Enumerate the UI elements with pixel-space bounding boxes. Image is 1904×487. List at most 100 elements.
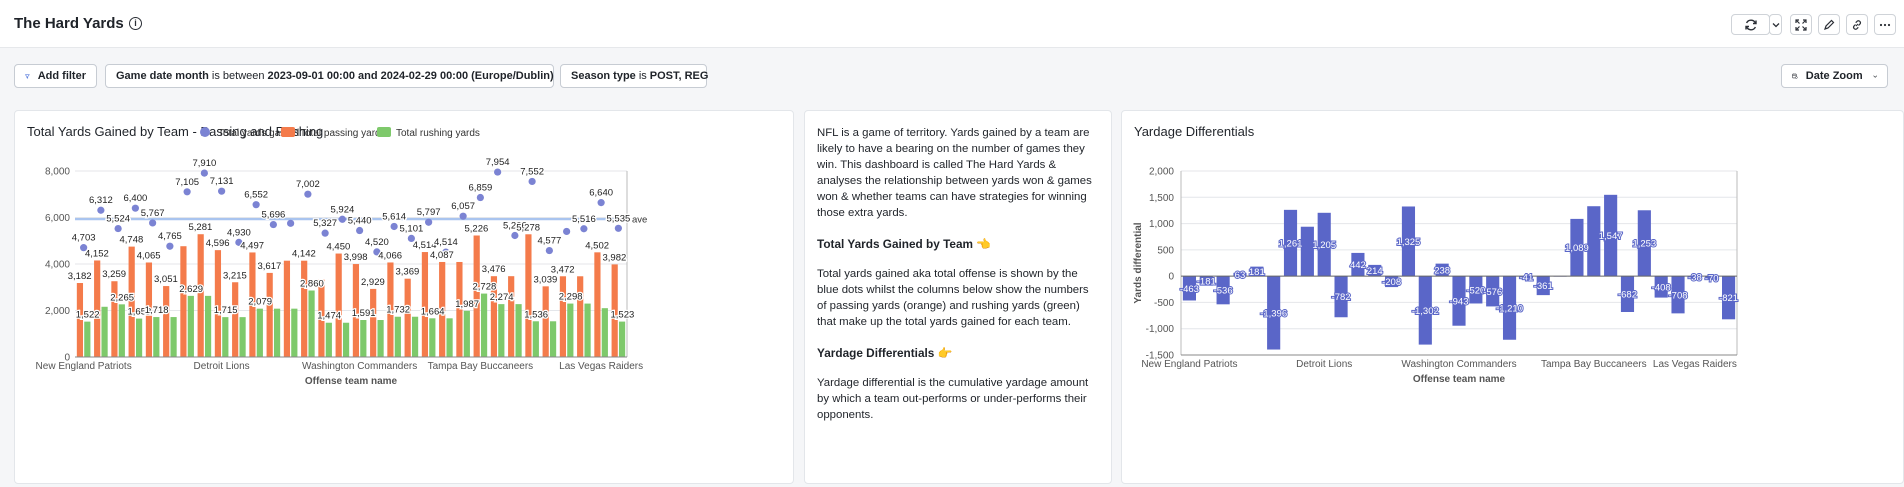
total-yards-point[interactable] [494,168,502,176]
rushing-bar[interactable] [170,317,177,357]
rushing-bar[interactable] [360,320,367,357]
passing-bar[interactable] [301,260,308,357]
passing-bar[interactable] [577,276,584,357]
rushing-bar[interactable] [429,318,436,357]
total-yards-point[interactable] [200,169,208,177]
total-yards-point[interactable] [580,225,588,233]
total-yards-point[interactable] [304,190,312,198]
rushing-bar[interactable] [342,322,350,357]
differential-data-label: 1,547 [1599,231,1623,242]
total-yards-point[interactable] [287,219,295,227]
total-yards-point[interactable] [545,246,553,255]
differential-bar[interactable] [1300,226,1314,277]
differential-data-label: -943 [1449,296,1468,307]
edit-button[interactable] [1818,14,1840,35]
rushing-bar[interactable] [515,304,522,357]
passing-bar[interactable] [163,286,170,357]
passing-bar[interactable] [404,278,411,357]
rushing-bar[interactable] [273,308,281,357]
passing-bar[interactable] [197,234,204,357]
passing-bar[interactable] [508,276,515,357]
info-icon[interactable]: i [129,17,142,30]
rushing-bar[interactable] [480,293,488,357]
total-yards-point[interactable] [218,187,226,195]
total-yards-point[interactable] [131,204,139,212]
total-yards-point[interactable] [114,224,122,233]
rushing-data-label: 1,715 [214,305,238,316]
refresh-button[interactable] [1731,14,1770,35]
share-link-button[interactable] [1846,14,1868,35]
passing-bar[interactable] [594,252,601,357]
rushing-bar[interactable] [204,295,212,357]
total-yards-point[interactable] [563,227,571,236]
total-yards-point[interactable] [321,229,329,237]
total-yards-point[interactable] [183,188,191,196]
rushing-bar[interactable] [222,317,229,357]
passing-bar[interactable] [421,252,429,357]
passing-bar[interactable] [214,250,222,357]
x-tick-label: Tampa Bay Buccaneers [428,361,534,372]
total-yards-point[interactable] [338,215,346,223]
rushing-bar[interactable] [463,310,470,357]
rushing-bar[interactable] [239,317,246,357]
x-axis-title: Offense team name [1413,374,1506,385]
differential-data-label: 1,205 [1312,240,1336,251]
refresh-options-button[interactable] [1769,14,1782,35]
rushing-bar[interactable] [411,316,419,357]
total-yards-point[interactable] [356,226,364,235]
season-filter-chip[interactable]: Season type is POST, REG [560,64,708,88]
rushing-bar[interactable] [135,318,143,357]
rushing-bar[interactable] [84,321,91,357]
total-yards-point[interactable] [97,206,105,214]
total-yards-point[interactable] [269,220,277,229]
passing-bar[interactable] [559,276,567,357]
total-yards-point[interactable] [252,201,260,209]
date-filter-chip[interactable]: Game date month is between 2023-09-01 00… [105,64,554,88]
rushing-bar[interactable] [153,317,160,357]
passing-bar[interactable] [525,234,532,357]
legend-label[interactable]: Total rushing yards [396,128,480,139]
rushing-bar[interactable] [394,316,401,357]
rushing-bar[interactable] [498,304,505,357]
total-yards-point[interactable] [528,177,536,186]
date-zoom-dropdown[interactable]: Date Zoom [1781,64,1888,88]
rushing-bar[interactable] [325,322,332,357]
total-data-label: 5,535 [606,213,630,224]
passing-bar[interactable] [473,235,480,357]
more-options-button[interactable] [1874,14,1896,35]
rushing-bar[interactable] [291,308,298,357]
rushing-bar[interactable] [584,303,591,357]
passing-data-label: 4,748 [119,235,143,246]
rushing-bar[interactable] [308,290,315,357]
total-yards-point[interactable] [597,199,605,207]
rushing-bar[interactable] [618,321,626,357]
rushing-bar[interactable] [187,295,194,357]
rushing-bar[interactable] [532,321,539,357]
total-yards-point[interactable] [390,222,398,231]
rushing-bar[interactable] [377,320,384,357]
rushing-bar[interactable] [446,318,453,357]
add-filter-button[interactable]: Add filter [14,64,97,88]
total-yards-point[interactable] [614,224,622,232]
passing-bar[interactable] [283,260,291,357]
total-yards-point[interactable] [166,242,174,250]
passing-bar[interactable] [370,288,377,357]
total-yards-point[interactable] [149,219,157,227]
rushing-bar[interactable] [118,304,125,357]
rushing-bar[interactable] [567,303,574,357]
rushing-bar[interactable] [601,308,608,357]
total-data-label: 7,105 [175,177,199,188]
passing-bar[interactable] [266,272,273,357]
passing-bar[interactable] [542,286,549,357]
rushing-bar[interactable] [549,321,557,357]
passing-bar[interactable] [180,246,187,357]
rushing-bar[interactable] [101,306,108,357]
total-yards-point[interactable] [476,193,484,202]
total-yards-point[interactable] [425,218,433,226]
total-yards-point[interactable] [459,212,467,220]
rushing-bar[interactable] [256,308,263,357]
legend-label[interactable]: Total passing yards [300,128,386,139]
fullscreen-button[interactable] [1790,14,1812,35]
passing-bar[interactable] [232,282,239,357]
passing-bar[interactable] [335,253,342,357]
